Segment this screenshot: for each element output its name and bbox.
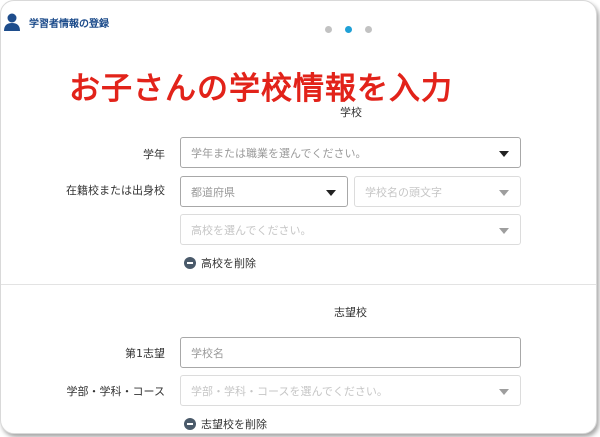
first-choice-input[interactable]: 学校名 [180, 337, 521, 368]
school-initial-select[interactable]: 学校名の頭文字 [354, 176, 521, 207]
remove-aspiration-label: 志望校を削除 [201, 418, 267, 431]
chevron-down-icon [499, 151, 509, 157]
grade-select[interactable]: 学年または職業を選んでください。 [180, 137, 521, 168]
remove-high-school-label: 高校を削除 [201, 257, 256, 270]
chevron-down-icon [499, 228, 509, 234]
first-choice-placeholder: 学校名 [191, 346, 224, 360]
header: 学習者情報の登録 [1, 1, 596, 37]
step-dot-3[interactable] [365, 26, 372, 33]
high-school-select[interactable]: 高校を選んでください。 [180, 214, 521, 245]
step-indicator [325, 26, 372, 33]
step-dot-2[interactable] [345, 26, 352, 33]
aspiration-section-title: 志望校 [334, 306, 367, 319]
minus-circle-icon [184, 257, 196, 269]
minus-circle-icon [184, 418, 196, 430]
chevron-down-icon [499, 389, 509, 395]
remove-high-school-button[interactable]: 高校を削除 [184, 255, 256, 271]
grade-label: 学年 [143, 148, 165, 161]
section-divider [1, 284, 596, 285]
instruction-banner: お子さんの学校情報を入力 [69, 71, 453, 107]
step-dot-1[interactable] [325, 26, 332, 33]
prefecture-select[interactable]: 都道府県 [180, 176, 348, 207]
user-icon [4, 13, 20, 31]
chevron-down-icon [326, 190, 336, 196]
page-title: 学習者情報の登録 [29, 19, 109, 30]
remove-aspiration-button[interactable]: 志望校を削除 [184, 416, 267, 432]
enrolled-school-label: 在籍校または出身校 [66, 184, 165, 197]
faculty-label: 学部・学科・コース [66, 385, 165, 398]
faculty-placeholder: 学部・学科・コースを選んでください。 [191, 384, 388, 398]
faculty-select[interactable]: 学部・学科・コースを選んでください。 [180, 375, 521, 406]
prefecture-placeholder: 都道府県 [191, 185, 235, 199]
first-choice-label: 第1志望 [125, 347, 165, 360]
chevron-down-icon [499, 190, 509, 196]
grade-placeholder: 学年または職業を選んでください。 [191, 146, 367, 160]
high-school-placeholder: 高校を選んでください。 [191, 223, 312, 237]
app-frame: 学習者情報の登録 学校 学年 学年または職業を選んでください。 在籍校または出身… [0, 0, 597, 434]
school-initial-placeholder: 学校名の頭文字 [365, 185, 442, 199]
